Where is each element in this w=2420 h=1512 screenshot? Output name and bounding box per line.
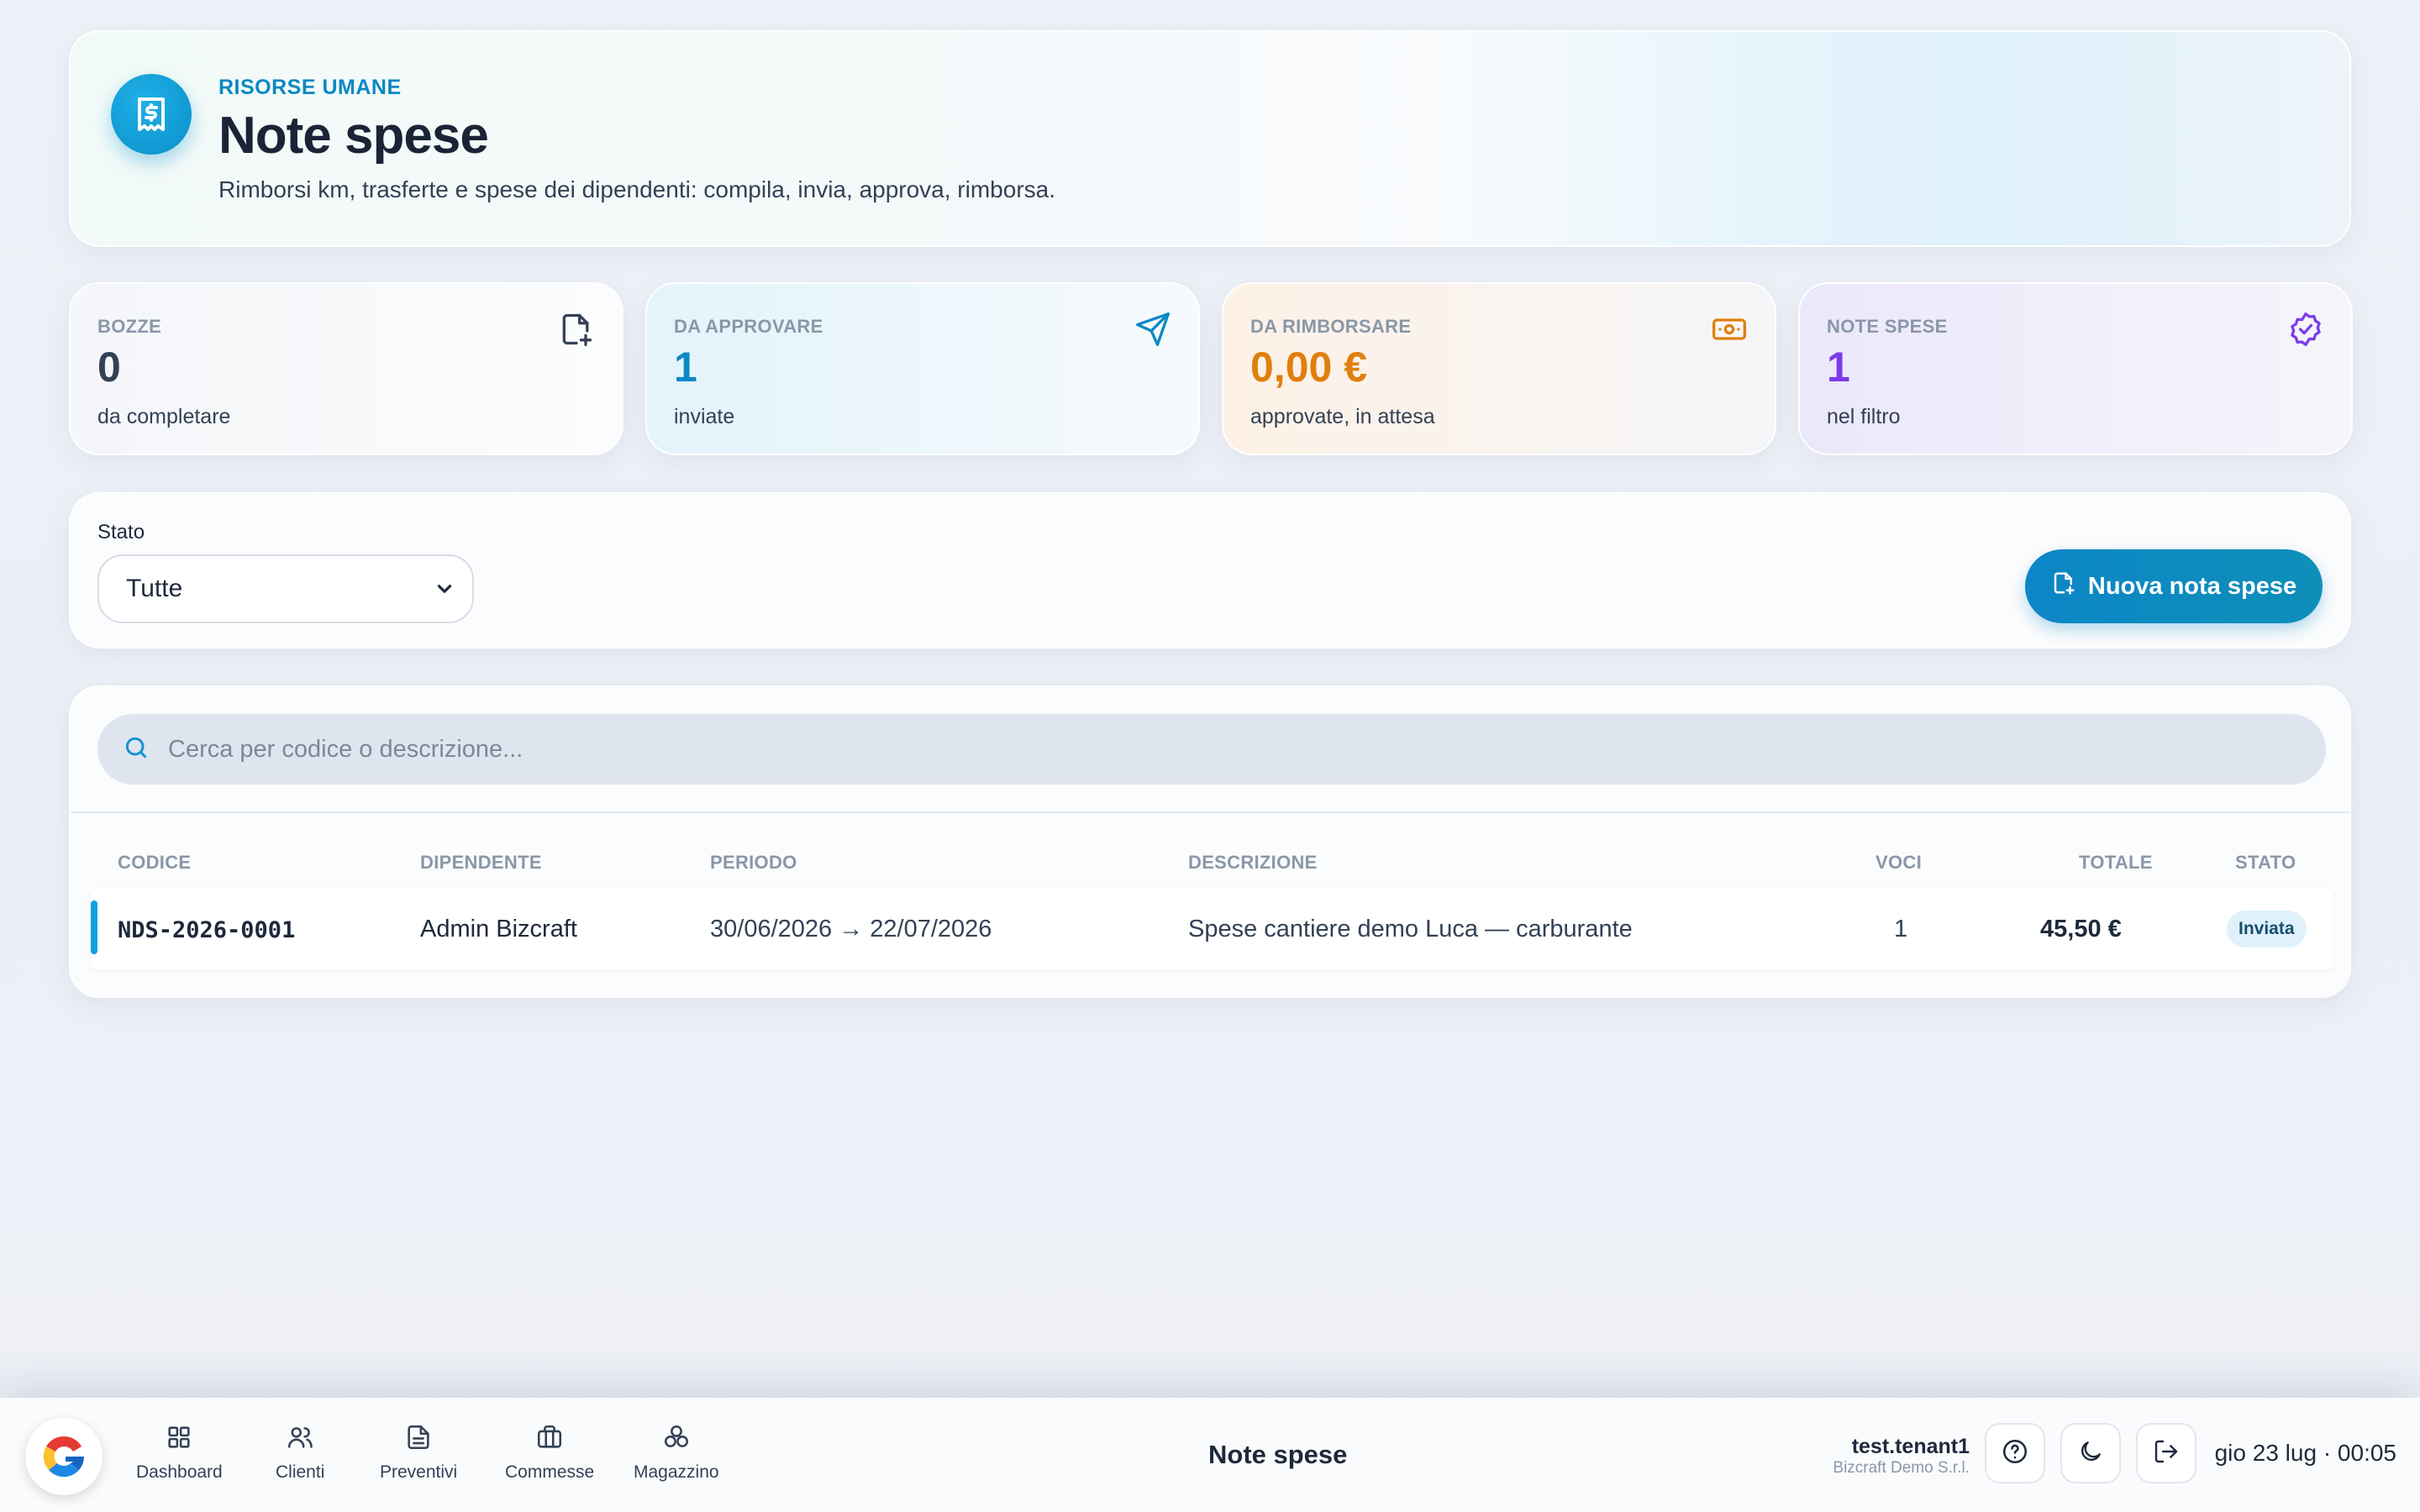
column-header-totale[interactable]: TOTALE <box>2079 852 2153 874</box>
nav-label: Commesse <box>505 1462 595 1482</box>
new-expense-note-button[interactable]: Nuova nota spese <box>2025 549 2323 623</box>
row-employee: Admin Bizcraft <box>420 916 577 942</box>
users-icon <box>286 1423 314 1456</box>
document-icon <box>404 1423 433 1456</box>
stat-card-da-rimborsare: DA RIMBORSARE 0,00 € approvate, in attes… <box>1222 282 1776 455</box>
status-badge: Inviata <box>2227 911 2307 948</box>
nav-label: Magazzino <box>634 1462 719 1482</box>
new-expense-note-label: Nuova nota spese <box>2087 572 2297 600</box>
theme-toggle-button[interactable] <box>2060 1423 2121 1483</box>
column-header-voci[interactable]: VOCI <box>1876 852 1922 874</box>
nav-preventivi[interactable]: Preventivi <box>380 1423 457 1483</box>
logout-icon <box>2153 1438 2180 1469</box>
stat-value: 0 <box>97 344 121 391</box>
company-name: Bizcraft Demo S.r.l. <box>1833 1459 1970 1477</box>
grid-icon <box>165 1423 193 1456</box>
banknote-icon <box>1711 311 1748 348</box>
column-header-descrizione[interactable]: DESCRIZIONE <box>1188 852 1318 874</box>
nav-dashboard[interactable]: Dashboard <box>136 1423 223 1483</box>
nav-label: Preventivi <box>380 1462 458 1482</box>
app-logo[interactable] <box>25 1418 103 1495</box>
bottom-bar: Dashboard Clienti Preventivi Commesse Ma… <box>0 1398 2420 1512</box>
chevron-down-icon <box>434 578 455 606</box>
search-placeholder: Cerca per codice o descrizione... <box>168 735 523 763</box>
stat-card-da-approvare: DA APPROVARE 1 inviate <box>645 282 1200 455</box>
row-items: 1 <box>1894 916 1908 942</box>
file-plus-icon <box>558 311 595 348</box>
briefcase-icon <box>535 1423 564 1456</box>
row-period: 30/06/2026 → 22/07/2026 <box>710 916 992 942</box>
expense-notes-table-card: Cerca per codice o descrizione... CODICE… <box>69 685 2351 998</box>
column-header-dipendente[interactable]: DIPENDENTE <box>420 852 542 874</box>
nav-label: Clienti <box>276 1462 325 1482</box>
row-accent <box>91 900 97 954</box>
badge-check-icon <box>2287 311 2324 348</box>
column-header-periodo[interactable]: PERIODO <box>710 852 797 874</box>
column-header-stato[interactable]: STATO <box>2235 852 2296 874</box>
stat-subtext: da completare <box>97 405 231 428</box>
page-title: Note spese <box>218 107 489 165</box>
row-description: Spese cantiere demo Luca — carburante <box>1188 916 1633 942</box>
app-logo-icon <box>43 1436 85 1478</box>
search-icon <box>123 734 150 765</box>
boxes-icon <box>662 1423 691 1456</box>
stat-subtext: nel filtro <box>1827 405 1901 428</box>
status-select[interactable]: Tutte <box>97 554 474 623</box>
stat-label: NOTE SPESE <box>1827 316 1948 337</box>
table-row[interactable]: NDS-2026-0001 Admin Bizcraft 30/06/2026 … <box>91 889 2333 969</box>
stat-value: 1 <box>674 344 697 391</box>
status-select-value: Tutte <box>126 575 183 602</box>
date-time: gio 23 lug · 00:05 <box>2214 1440 2396 1466</box>
file-plus-icon <box>2051 570 2076 602</box>
send-icon <box>1134 311 1171 348</box>
user-info[interactable]: test.tenant1 Bizcraft Demo S.r.l. <box>1833 1435 1970 1478</box>
page-subtitle: Rimborsi km, trasferte e spese dei dipen… <box>218 176 1055 202</box>
column-header-codice[interactable]: CODICE <box>118 852 191 874</box>
nav-clienti[interactable]: Clienti <box>276 1423 324 1483</box>
nav-commesse[interactable]: Commesse <box>505 1423 594 1483</box>
stat-label: BOZZE <box>97 316 162 337</box>
page-header: RISORSE UMANE Note spese Rimborsi km, tr… <box>69 30 2351 247</box>
stat-card-note-spese: NOTE SPESE 1 nel filtro <box>1798 282 2353 455</box>
stat-card-bozze: BOZZE 0 da completare <box>69 282 623 455</box>
stat-value: 1 <box>1827 344 1850 391</box>
filter-panel: Stato Tutte Nuova nota spese <box>69 492 2351 648</box>
receipt-dollar-icon <box>111 74 192 155</box>
search-input[interactable]: Cerca per codice o descrizione... <box>97 714 2326 785</box>
user-name: test.tenant1 <box>1851 1435 1970 1458</box>
stat-label: DA RIMBORSARE <box>1250 316 1412 337</box>
help-button[interactable] <box>1985 1423 2045 1483</box>
stat-subtext: inviate <box>674 405 735 428</box>
stat-value: 0,00 € <box>1250 344 1368 391</box>
divider <box>71 811 2349 813</box>
stat-label: DA APPROVARE <box>674 316 823 337</box>
status-filter-label: Stato <box>97 521 145 543</box>
stat-subtext: approvate, in attesa <box>1250 405 1435 428</box>
nav-label: Dashboard <box>136 1462 223 1482</box>
row-total: 45,50 € <box>2040 916 2122 942</box>
nav-magazzino[interactable]: Magazzino <box>634 1423 719 1483</box>
section-kicker: RISORSE UMANE <box>218 76 402 99</box>
row-code: NDS-2026-0001 <box>118 917 296 943</box>
table-header: CODICE DIPENDENTE PERIODO DESCRIZIONE VO… <box>91 823 2333 892</box>
current-page-title: Note spese <box>1208 1440 1348 1469</box>
help-circle-icon <box>2001 1437 2029 1470</box>
moon-icon <box>2077 1438 2104 1469</box>
logout-button[interactable] <box>2136 1423 2196 1483</box>
